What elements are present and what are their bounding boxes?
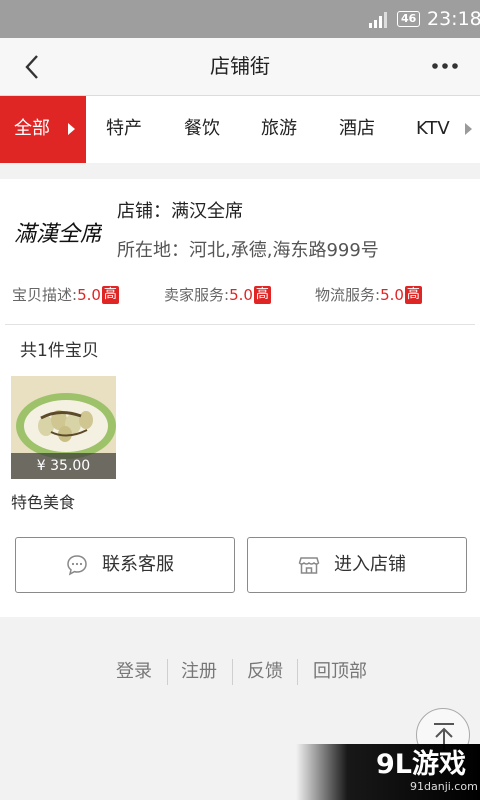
watermark-logo: 9L游戏 (376, 749, 466, 780)
shop-card: 滿漢全席 店铺：满汉全席 所在地：河北,承德,海东路999号 宝贝描述:5.0 高… (0, 179, 480, 617)
top-navbar: 店铺街 (0, 38, 480, 96)
rating-value: 5.0 (77, 286, 101, 304)
footer-separator (232, 659, 233, 685)
footer-separator (297, 659, 298, 685)
tab-specialty[interactable]: 特产 (106, 118, 142, 140)
divider (5, 324, 475, 325)
rating-label: 物流服务: (315, 286, 381, 304)
status-time: 23:18 (427, 8, 480, 30)
rating-value: 5.0 (229, 286, 253, 304)
footer-separator (167, 659, 168, 685)
signal-icon (369, 12, 387, 28)
tab-ktv[interactable]: KTV (416, 118, 450, 140)
tab-travel[interactable]: 旅游 (261, 118, 297, 140)
contact-service-button[interactable]: 联系客服 (15, 537, 235, 593)
shop-logo: 滿漢全席 (14, 222, 102, 247)
product-image[interactable]: ¥ 35.00 (11, 376, 116, 479)
shop-location: 所在地：河北,承德,海东路999号 (117, 240, 379, 261)
tab-all-arrow-icon (68, 123, 75, 135)
tab-dining[interactable]: 餐饮 (184, 118, 220, 140)
rating-badge: 高 (101, 286, 119, 304)
network-type-badge: 46 (397, 11, 421, 27)
tab-all[interactable]: 全部 (0, 96, 86, 163)
rating-description: 宝贝描述:5.0 高 (12, 286, 119, 304)
register-link[interactable]: 注册 (181, 659, 217, 685)
rating-badge: 高 (404, 286, 422, 304)
more-icon[interactable] (430, 54, 460, 78)
tabs-scroll-right-icon[interactable] (465, 123, 472, 135)
product-name[interactable]: 特色美食 (11, 493, 75, 513)
store-icon (298, 557, 320, 574)
contact-service-label: 联系客服 (102, 554, 174, 575)
page-title: 店铺街 (210, 54, 270, 78)
rating-service: 卖家服务:5.0 高 (164, 286, 271, 304)
rating-label: 宝贝描述: (12, 286, 78, 304)
enter-store-label: 进入店铺 (334, 554, 406, 575)
rating-badge: 高 (253, 286, 271, 304)
category-tabs: 全部 特产 餐饮 旅游 酒店 KTV (0, 96, 480, 163)
watermark-url: 91danji.com (410, 780, 478, 793)
enter-store-button[interactable]: 进入店铺 (247, 537, 467, 593)
tab-hotel[interactable]: 酒店 (339, 118, 375, 140)
chat-icon (67, 555, 87, 576)
item-count: 共1件宝贝 (20, 341, 99, 361)
tab-all-label: 全部 (14, 118, 50, 139)
footer-links: 登录 注册 反馈 回顶部 (0, 659, 480, 685)
login-link[interactable]: 登录 (116, 659, 152, 685)
product-price: ¥ 35.00 (11, 453, 116, 479)
rating-value: 5.0 (380, 286, 404, 304)
status-bar: 46 23:18 (0, 0, 480, 38)
rating-label: 卖家服务: (164, 286, 230, 304)
back-to-top-link[interactable]: 回顶部 (313, 659, 367, 685)
rating-logistics: 物流服务:5.0 高 (315, 286, 422, 304)
shop-logo-text: 滿漢全席 (14, 222, 102, 247)
shop-name: 店铺：满汉全席 (117, 201, 243, 222)
feedback-link[interactable]: 反馈 (247, 659, 283, 685)
